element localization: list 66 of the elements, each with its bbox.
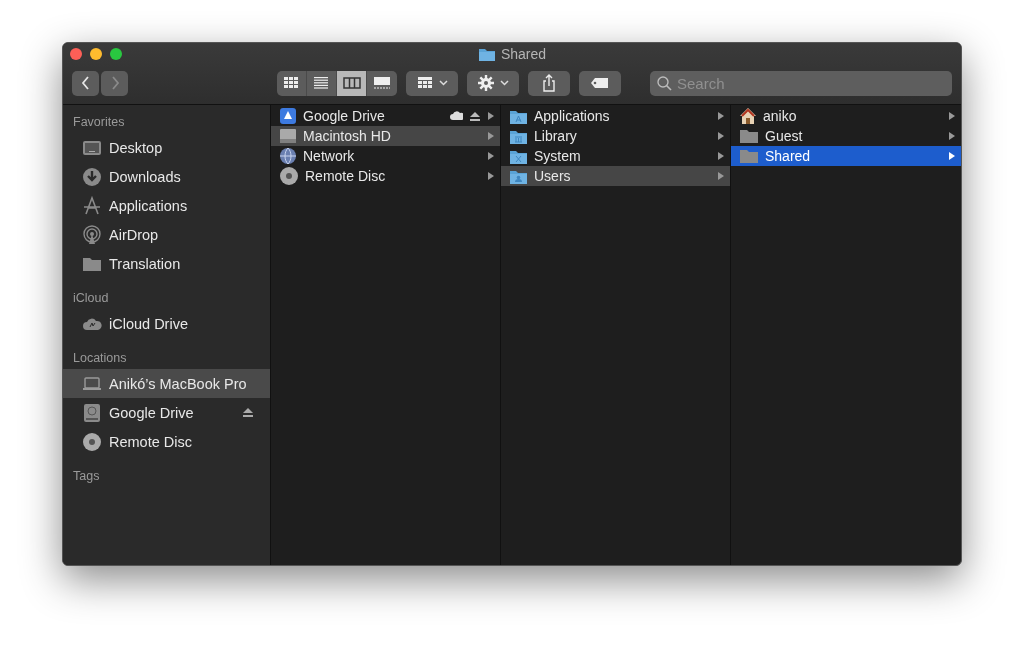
grid-icon <box>282 76 301 90</box>
house-icon <box>739 107 757 125</box>
applications-icon <box>82 195 102 216</box>
section-header: Tags <box>72 468 101 484</box>
section-header: iCloud <box>72 290 110 306</box>
sidebar-item[interactable]: Anikó’s MacBook Pro <box>63 369 270 398</box>
airdrop-icon <box>82 224 102 245</box>
group-button[interactable] <box>406 70 458 96</box>
file-row[interactable]: Network <box>271 146 500 166</box>
share-button[interactable] <box>528 70 570 96</box>
eject-icon <box>469 110 481 122</box>
chevron-down-icon <box>499 80 509 86</box>
file-row[interactable]: Guest <box>731 126 961 146</box>
folder-icon <box>82 255 102 272</box>
folder-icon <box>739 128 759 144</box>
sidebar-item[interactable]: Downloads <box>63 162 270 191</box>
sidebar-item[interactable]: iCloud Drive <box>63 309 270 338</box>
eject-icon <box>242 407 254 418</box>
sidebar-item[interactable]: Translation <box>63 249 270 278</box>
file-row[interactable]: aniko <box>731 106 961 126</box>
tag-icon <box>590 77 610 89</box>
back-button[interactable] <box>72 70 99 96</box>
gallery-icon <box>373 76 391 90</box>
view-mode-button[interactable] <box>337 70 367 96</box>
cloud-icon <box>449 111 463 121</box>
file-row[interactable]: System <box>501 146 730 166</box>
globe-icon <box>279 147 297 165</box>
drive-icon <box>279 107 297 125</box>
file-row[interactable]: Applications <box>501 106 730 126</box>
share-icon <box>542 74 556 92</box>
grid-icon <box>416 76 433 90</box>
action-button[interactable] <box>467 70 519 96</box>
gear-icon <box>477 75 494 91</box>
file-row[interactable]: Remote Disc <box>271 166 500 186</box>
hard-drive-icon <box>279 127 297 145</box>
drive-icon <box>82 402 102 423</box>
desktop-icon <box>82 138 102 157</box>
tag-button[interactable] <box>579 70 621 96</box>
sidebar-item[interactable]: Remote Disc <box>63 427 270 456</box>
section-header: Locations <box>72 350 128 366</box>
minimize-button[interactable] <box>90 48 102 60</box>
download-icon <box>82 166 102 187</box>
list-icon <box>312 76 331 90</box>
chevron-down-icon <box>438 80 448 86</box>
file-row[interactable]: Shared <box>731 146 961 166</box>
view-mode-button[interactable] <box>367 70 397 96</box>
sidebar-item[interactable]: Google Drive <box>63 398 270 427</box>
file-row[interactable]: Macintosh HD <box>271 126 500 146</box>
close-button[interactable] <box>70 48 82 60</box>
sidebar-item[interactable]: AirDrop <box>63 220 270 249</box>
disc-icon <box>279 166 299 186</box>
file-row[interactable]: Users <box>501 166 730 186</box>
zoom-button[interactable] <box>110 48 122 60</box>
window-title: Shared <box>500 46 547 62</box>
sidebar-item[interactable]: Applications <box>63 191 270 220</box>
folder-icon <box>477 46 496 62</box>
sidebar-item[interactable]: Desktop <box>63 133 270 162</box>
laptop-icon <box>82 375 102 392</box>
file-row[interactable]: Google Drive <box>271 106 500 126</box>
columns-icon <box>342 76 361 90</box>
folder-icon <box>739 148 759 164</box>
file-row[interactable]: Library <box>501 126 730 146</box>
section-header: Favorites <box>72 114 126 130</box>
disc-icon <box>82 431 102 452</box>
view-mode-button[interactable] <box>277 70 307 96</box>
view-mode-button[interactable] <box>307 70 337 96</box>
